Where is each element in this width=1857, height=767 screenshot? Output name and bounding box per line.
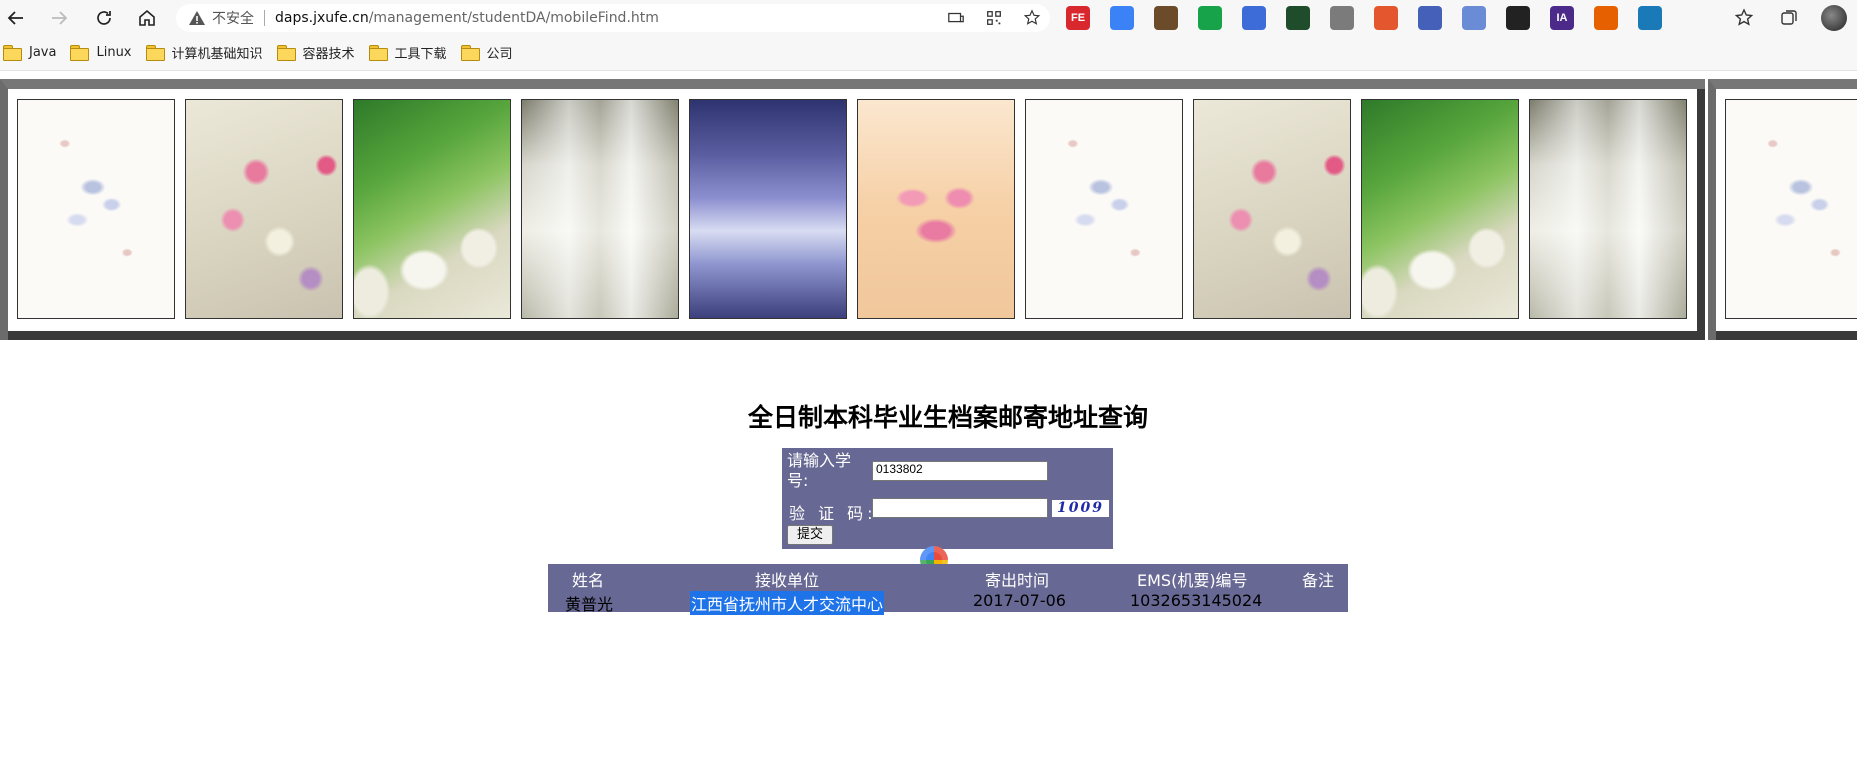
reload-button[interactable] bbox=[89, 3, 119, 33]
bookmark-folder-containers[interactable]: 容器技术 bbox=[276, 39, 363, 65]
arrow-right-icon bbox=[52, 11, 68, 25]
folder-icon bbox=[368, 45, 388, 61]
bookmark-label: 计算机基础知识 bbox=[171, 46, 263, 62]
reload-icon bbox=[97, 11, 111, 25]
vuejs-ext-icon[interactable] bbox=[1330, 6, 1354, 30]
tree-ext-icon[interactable] bbox=[1374, 6, 1398, 30]
favorites-button[interactable] bbox=[1729, 3, 1759, 33]
url-path: /management/studentDA/mobileFind.htm bbox=[368, 10, 659, 26]
bookmark-folder-company[interactable]: 公司 bbox=[460, 39, 521, 65]
translate-ext-icon[interactable] bbox=[1638, 6, 1662, 30]
address-bar-actions bbox=[946, 8, 1042, 28]
cell-ems-number: 1032653145024 bbox=[1130, 591, 1263, 610]
collections-icon bbox=[1781, 10, 1797, 25]
security-label[interactable]: 不安全 bbox=[212, 8, 254, 28]
bird-ext-icon[interactable] bbox=[1110, 6, 1134, 30]
bookmarks-bar: Java Linux 计算机基础知识 容器技术 工具下载 公司 bbox=[0, 36, 1857, 68]
photo-frame-inner bbox=[8, 89, 1697, 331]
white-tulip-photo bbox=[353, 99, 511, 319]
submit-button[interactable]: 提交 bbox=[787, 525, 833, 545]
lace-flower-photo bbox=[1725, 99, 1857, 319]
bookmark-label: Linux bbox=[96, 44, 132, 60]
table-row: 黄普光 江西省抚州市人才交流中心 2017-07-06 103265314502… bbox=[548, 588, 1348, 615]
folder-icon bbox=[70, 45, 90, 61]
photo-frame-next bbox=[1708, 79, 1857, 340]
url-host: daps.jxufe.cn bbox=[275, 10, 369, 26]
bookmark-label: Java bbox=[29, 44, 57, 60]
flag-ext-icon[interactable]: FE bbox=[1066, 6, 1090, 30]
student-id-label: 请输入学号: bbox=[787, 451, 852, 490]
captcha-label: 验 证 码: bbox=[789, 504, 877, 523]
folder-icon bbox=[145, 45, 165, 61]
ia-ext-icon[interactable]: IA bbox=[1550, 6, 1574, 30]
lace-flower-photo bbox=[17, 99, 175, 319]
cell-sent-date: 2017-07-06 bbox=[973, 591, 1066, 610]
compass-ext-icon[interactable] bbox=[1242, 6, 1266, 30]
add-favorite-icon[interactable] bbox=[1022, 8, 1042, 28]
books-ext-icon[interactable] bbox=[1154, 6, 1178, 30]
divider bbox=[264, 10, 265, 26]
forward-button[interactable] bbox=[44, 3, 74, 33]
home-button[interactable] bbox=[132, 3, 162, 33]
pink-flowers-photo bbox=[185, 99, 343, 319]
shield-ext-icon[interactable] bbox=[1198, 6, 1222, 30]
globe-ext-icon[interactable] bbox=[1462, 6, 1486, 30]
photo-strip-banner bbox=[0, 79, 1857, 340]
cube-ext-icon[interactable] bbox=[1506, 6, 1530, 30]
warning-icon bbox=[188, 9, 206, 27]
cell-receiver-selected[interactable]: 江西省抚州市人才交流中心 bbox=[690, 591, 885, 615]
table-header-row: 姓名 接收单位 寄出时间 EMS(机要)编号 备注 bbox=[548, 564, 1348, 590]
code-ext-icon[interactable] bbox=[1286, 6, 1310, 30]
bookmark-folder-java[interactable]: Java bbox=[3, 39, 64, 65]
folder-icon bbox=[3, 45, 22, 61]
bookmark-label: 公司 bbox=[486, 46, 513, 62]
address-bar[interactable]: 不安全 daps.jxufe.cn/management/studentDA/m… bbox=[176, 4, 1050, 32]
waterfall-photo bbox=[521, 99, 679, 319]
student-id-input[interactable]: 0133802 bbox=[872, 461, 1048, 481]
lace-flower-photo bbox=[1025, 99, 1183, 319]
query-form: 请输入学号: 0133802 验 证 码: 1009 提交 bbox=[782, 448, 1113, 549]
photo-frame-inner bbox=[1716, 89, 1857, 331]
browser-toolbar: 不安全 daps.jxufe.cn/management/studentDA/m… bbox=[0, 0, 1857, 36]
firefox-ext-icon[interactable] bbox=[1594, 6, 1618, 30]
favorites-star-icon bbox=[1734, 8, 1754, 26]
blue-waterfall-photo bbox=[689, 99, 847, 319]
pink-flowers-photo bbox=[1193, 99, 1351, 319]
home-icon bbox=[139, 9, 155, 26]
result-table: 姓名 接收单位 寄出时间 EMS(机要)编号 备注 黄普光 江西省抚州市人才交流… bbox=[548, 564, 1348, 615]
calendar-ext-icon[interactable] bbox=[1418, 6, 1442, 30]
cell-name: 黄普光 bbox=[565, 595, 614, 614]
profile-avatar[interactable] bbox=[1821, 5, 1847, 31]
photo-frame bbox=[0, 79, 1705, 340]
read-aloud-icon[interactable] bbox=[946, 8, 966, 28]
back-button[interactable] bbox=[1, 3, 31, 33]
arrow-left-icon bbox=[7, 11, 23, 25]
page-title: 全日制本科毕业生档案邮寄地址查询 bbox=[747, 403, 1148, 432]
collections-button[interactable] bbox=[1774, 3, 1804, 33]
waterfall-photo bbox=[1529, 99, 1687, 319]
bookmark-folder-linux[interactable]: Linux bbox=[70, 39, 139, 65]
folder-icon bbox=[460, 45, 480, 61]
pink-lily-photo bbox=[857, 99, 1015, 319]
white-tulip-photo bbox=[1361, 99, 1519, 319]
bookmark-label: 容器技术 bbox=[302, 46, 355, 62]
qr-code-icon[interactable] bbox=[984, 8, 1004, 28]
bookmark-folder-tools[interactable]: 工具下载 bbox=[368, 39, 455, 65]
extensions-bar: FE IA bbox=[1066, 6, 1662, 30]
browser-chrome: 不安全 daps.jxufe.cn/management/studentDA/m… bbox=[0, 0, 1857, 71]
folder-icon bbox=[276, 45, 296, 61]
bookmark-folder-cs-basics[interactable]: 计算机基础知识 bbox=[145, 39, 271, 65]
bookmark-label: 工具下载 bbox=[394, 46, 447, 62]
captcha-input[interactable] bbox=[872, 498, 1048, 518]
captcha-image[interactable]: 1009 bbox=[1052, 500, 1109, 517]
